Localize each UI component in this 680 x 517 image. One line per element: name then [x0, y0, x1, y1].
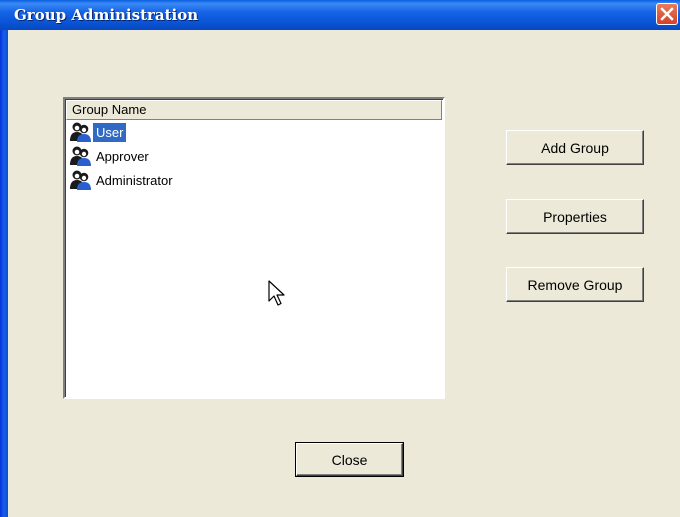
group-administration-dialog: Group Administration Group Name User App… [0, 0, 680, 517]
remove-group-button[interactable]: Remove Group [506, 267, 644, 302]
column-header-group-name[interactable]: Group Name [66, 100, 442, 120]
list-item-approver[interactable]: Approver [69, 145, 152, 167]
properties-button[interactable]: Properties [506, 199, 644, 234]
group-users-icon [69, 121, 93, 143]
window-frame-left [0, 30, 8, 517]
list-item-user[interactable]: User [69, 121, 127, 143]
add-group-button[interactable]: Add Group [506, 130, 644, 165]
group-list[interactable]: Group Name User Approver Administrator [63, 97, 445, 399]
close-icon [660, 7, 674, 21]
close-button[interactable]: Close [295, 442, 404, 477]
list-item-administrator[interactable]: Administrator [69, 169, 176, 191]
list-item-label: Approver [96, 148, 149, 164]
group-users-icon [69, 169, 93, 191]
mouse-pointer-icon [268, 280, 285, 306]
window-title: Group Administration [14, 6, 199, 24]
list-item-label: Administrator [96, 172, 173, 188]
title-bar[interactable]: Group Administration [0, 0, 680, 30]
group-users-icon [69, 145, 93, 167]
close-window-button[interactable] [656, 3, 678, 25]
list-item-label: User [93, 122, 127, 142]
